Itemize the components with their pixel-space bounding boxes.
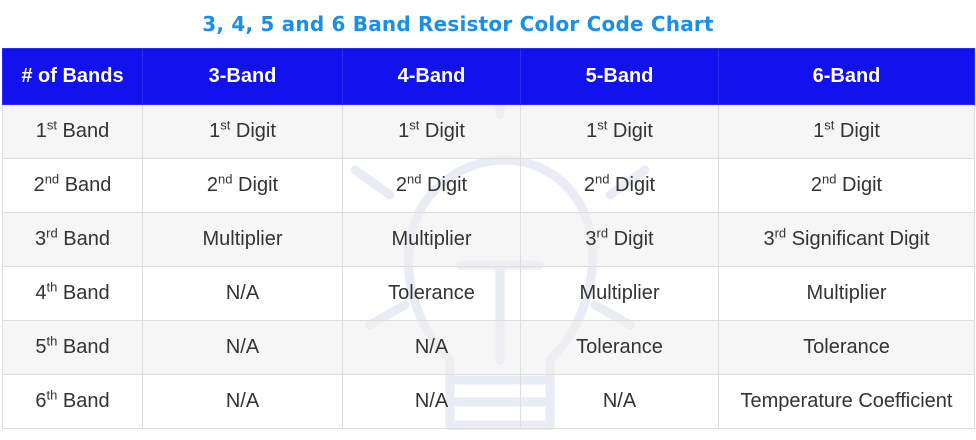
table-row: 2nd Band 2nd Digit 2nd Digit 2nd Digit 2nd D… [2,158,975,213]
ordinal-suffix: nd [595,171,610,187]
ordinal-suffix: th [46,279,58,295]
ordinal-suffix: th [46,387,58,403]
resistor-color-code-table: # of Bands 3-Band 4-Band 5-Band 6-Band 1… [2,48,975,429]
cell-4-band: N/A [342,320,521,375]
cell-6-band: 2nd Digit [718,158,975,213]
header-6-band: 6-Band [718,48,975,105]
cell-3-band: N/A [142,374,343,429]
header-5-band: 5-Band [520,48,719,105]
cell-3-band: 2nd Digit [142,158,343,213]
cell-3-band: 1st Digit [142,104,343,159]
cell-band-label: 1st Band [2,104,143,159]
cell-5-band: 2nd Digit [520,158,719,213]
table-row: 6th Band N/A N/A N/A Temperature Coefficient [2,374,975,429]
ordinal-suffix: nd [44,171,60,187]
cell-5-band: N/A [520,374,719,429]
table-row: 4th Band N/A Tolerance Multiplier Multiplier [2,266,975,321]
cell-4-band: 2nd Digit [342,158,521,213]
header-3-band: 3-Band [142,48,343,105]
chart-title: 3, 4, 5 and 6 Band Resistor Color Code C… [202,12,714,36]
cell-4-band: Tolerance [342,266,521,321]
ordinal-suffix: nd [407,171,422,187]
ordinal-suffix: rd [774,225,787,241]
cell-3-band: Multiplier [142,212,343,267]
cell-6-band: 1st Digit [718,104,975,159]
cell-6-band: Multiplier [718,266,975,321]
ordinal-suffix: st [824,117,835,133]
cell-5-band: Tolerance [520,320,719,375]
header-row: # of Bands 3-Band 4-Band 5-Band 6-Band [2,48,975,105]
cell-6-band: 3rd Significant Digit [718,212,975,267]
table-row: 5th Band N/A N/A Tolerance Tolerance [2,320,975,375]
ordinal-suffix: nd [218,171,233,187]
ordinal-suffix: th [46,333,58,349]
header-4-band: 4-Band [342,48,521,105]
header-bands: # of Bands [2,48,143,105]
cell-5-band: Multiplier [520,266,719,321]
cell-3-band: N/A [142,320,343,375]
ordinal-suffix: st [409,117,420,133]
ordinal-suffix: rd [46,225,58,241]
cell-band-label: 4th Band [2,266,143,321]
ordinal-suffix: st [46,117,57,133]
table-row: 3rd Band Multiplier Multiplier 3rd Digit 3rd… [2,212,975,267]
cell-4-band: Multiplier [342,212,521,267]
cell-band-label: 5th Band [2,320,143,375]
cell-6-band: Temperature Coefficient [718,374,975,429]
cell-band-label: 6th Band [2,374,143,429]
ordinal-suffix: st [220,117,231,133]
cell-3-band: N/A [142,266,343,321]
table-row: 1st Band 1st Digit 1st Digit 1st Digit 1st D… [2,104,975,159]
ordinal-suffix: rd [596,225,609,241]
cell-band-label: 3rd Band [2,212,143,267]
ordinal-suffix: nd [822,171,837,187]
cell-5-band: 3rd Digit [520,212,719,267]
cell-5-band: 1st Digit [520,104,719,159]
ordinal-suffix: st [597,117,608,133]
cell-band-label: 2nd Band [2,158,143,213]
cell-4-band: N/A [342,374,521,429]
cell-4-band: 1st Digit [342,104,521,159]
cell-6-band: Tolerance [718,320,975,375]
